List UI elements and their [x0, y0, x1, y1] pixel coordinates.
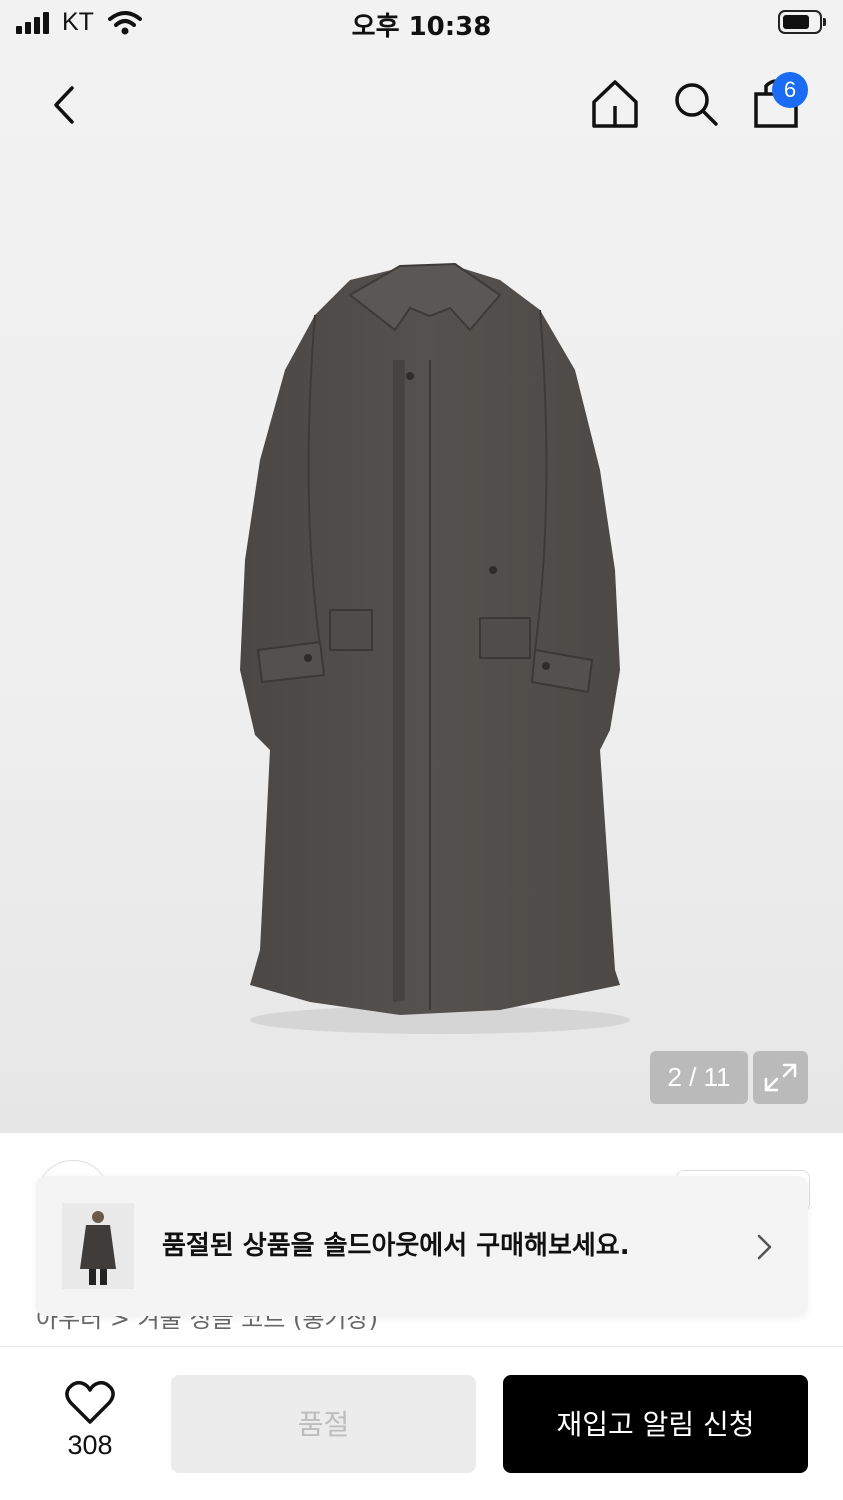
restock-notify-button[interactable]: 재입고 알림 신청: [503, 1375, 808, 1473]
status-bar: KT 오후 10:38: [0, 0, 843, 48]
heart-icon[interactable]: [64, 1380, 116, 1426]
divider: [0, 1346, 843, 1347]
soldout-button: 품절: [171, 1375, 476, 1473]
product-image: [240, 262, 630, 1034]
search-icon[interactable]: [670, 78, 722, 130]
banner-thumbnail: [62, 1203, 134, 1289]
like-count: 308: [67, 1430, 113, 1460]
soldout-promo-banner[interactable]: 품절된 상품을 솔드아웃에서 구매해보세요.: [36, 1176, 808, 1316]
clock: 오후 10:38: [351, 12, 492, 42]
back-icon[interactable]: [40, 80, 90, 130]
home-icon[interactable]: [588, 76, 642, 132]
chevron-right-icon: [757, 1234, 772, 1260]
battery-icon: [778, 10, 826, 34]
cart-count-badge: 6: [772, 72, 808, 108]
product-image-area[interactable]: [0, 0, 843, 1133]
image-counter: 2 / 11: [650, 1051, 748, 1104]
expand-icon: [764, 1063, 797, 1092]
expand-button[interactable]: [753, 1051, 808, 1104]
banner-message: 품절된 상품을 솔드아웃에서 구매해보세요.: [162, 1231, 630, 1261]
